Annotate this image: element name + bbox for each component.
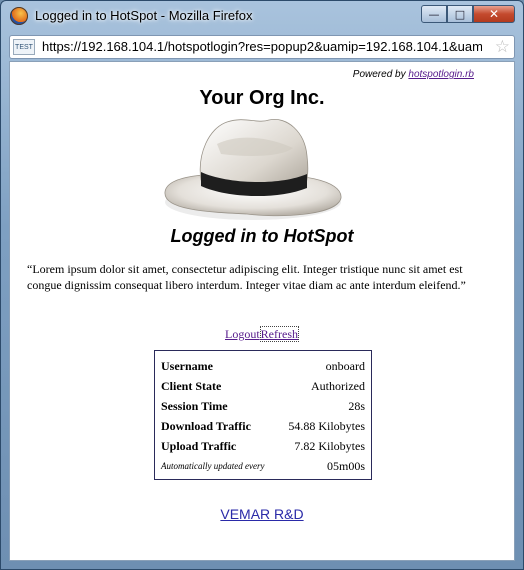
page-content: Powered by hotspotlogin.rb Your Org Inc.	[9, 61, 515, 561]
logout-link[interactable]: Logout	[225, 327, 260, 341]
stat-value: 28s	[348, 398, 365, 413]
stat-label: Download Traffic	[161, 418, 251, 433]
footer: VEMAR R&D	[10, 506, 514, 522]
stat-value: 54.88 Kilobytes	[288, 418, 365, 433]
window-controls: — □ ✕	[421, 5, 515, 23]
stats-row-update-interval: Automatically updated every 05m00s	[161, 456, 365, 476]
bookmark-star-icon[interactable]: ☆	[495, 37, 510, 57]
url-bar[interactable]: TEST https://192.168.104.1/hotspotlogin?…	[9, 35, 515, 59]
firefox-icon	[10, 7, 28, 25]
hat-logo-icon	[164, 118, 342, 220]
stats-row-client-state: Client State Authorized	[161, 376, 365, 396]
stat-value: onboard	[325, 358, 365, 373]
window-title: Logged in to HotSpot - Mozilla Firefox	[35, 8, 253, 23]
url-text[interactable]: https://192.168.104.1/hotspotlogin?res=p…	[42, 39, 482, 54]
stat-label: Automatically updated every	[161, 461, 265, 471]
refresh-link[interactable]: Refresh	[259, 326, 299, 342]
stats-row-username: Username onboard	[161, 356, 365, 376]
footer-link[interactable]: VEMAR R&D	[220, 506, 303, 522]
maximize-button[interactable]: □	[447, 5, 473, 23]
stats-row-session-time: Session Time 28s	[161, 396, 365, 416]
page-heading: Logged in to HotSpot	[170, 226, 354, 246]
stat-label: Username	[161, 358, 213, 373]
stat-label: Upload Traffic	[161, 438, 237, 453]
session-stats-table: Username onboard Client State Authorized…	[154, 350, 372, 480]
site-identity-icon[interactable]: TEST	[13, 39, 35, 55]
title-bar[interactable]: Logged in to HotSpot - Mozilla Firefox —…	[1, 1, 523, 31]
browser-window: Logged in to HotSpot - Mozilla Firefox —…	[0, 0, 524, 570]
close-button[interactable]: ✕	[473, 5, 515, 23]
powered-by: Powered by hotspotlogin.rb	[353, 69, 474, 80]
stats-row-download-traffic: Download Traffic 54.88 Kilobytes	[161, 416, 365, 436]
stats-row-upload-traffic: Upload Traffic 7.82 Kilobytes	[161, 436, 365, 456]
org-name: Your Org Inc.	[199, 87, 325, 109]
navigation-bar: TEST https://192.168.104.1/hotspotlogin?…	[9, 32, 515, 60]
stat-value: Authorized	[311, 378, 365, 393]
stat-value: 7.82 Kilobytes	[294, 438, 365, 453]
powered-by-text: Powered by	[352, 69, 406, 80]
powered-by-link[interactable]: hotspotlogin.rb	[408, 69, 474, 80]
session-links: LogoutRefresh	[10, 326, 514, 342]
quote-text: “Lorem ipsum dolor sit amet, consectetur…	[27, 262, 466, 292]
stat-value: 05m00s	[326, 458, 365, 473]
stat-label: Client State	[161, 378, 222, 393]
stat-label: Session Time	[161, 398, 228, 413]
minimize-button[interactable]: —	[421, 5, 447, 23]
